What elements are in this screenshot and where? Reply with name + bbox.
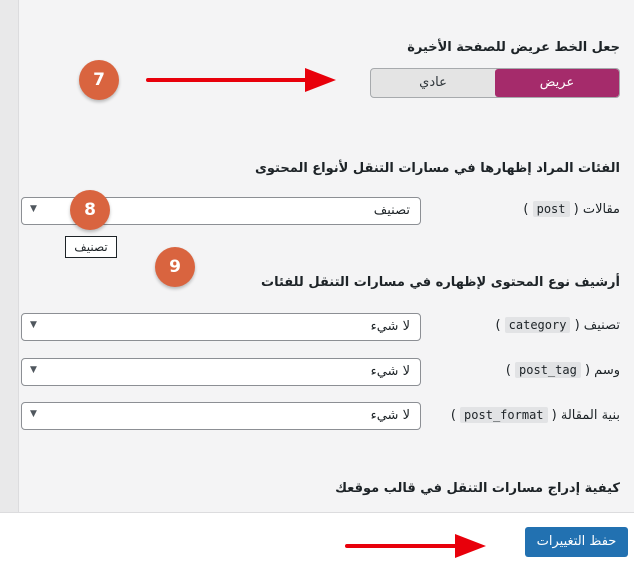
annotation-arrows (146, 68, 486, 558)
arrow-right-icon (146, 68, 336, 92)
arrow-right-icon (345, 534, 486, 558)
